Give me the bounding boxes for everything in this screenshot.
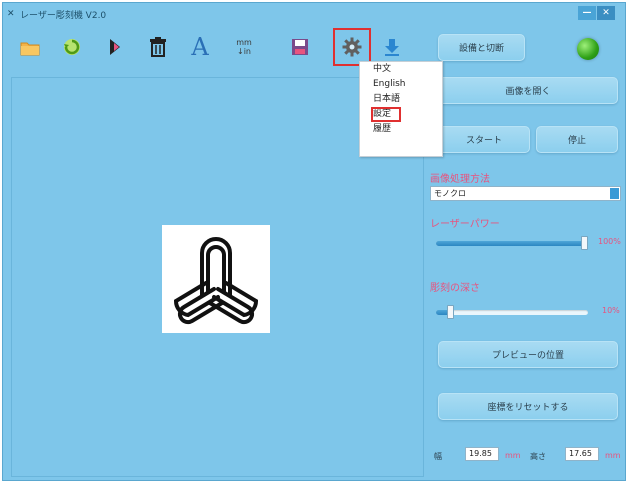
flip-icon[interactable] <box>99 32 129 62</box>
save-icon[interactable] <box>285 32 315 62</box>
unit-toggle-top: mm <box>236 38 252 47</box>
unit-toggle-icon[interactable]: mm ↓in <box>229 32 259 62</box>
depth-percent: 10% <box>602 306 620 315</box>
settings-dropdown-menu: 中文 English 日本語 設定 履歴 <box>359 61 443 157</box>
minimize-button[interactable]: — <box>578 6 596 20</box>
window-title: レーザー彫刻機 V2.0 <box>20 10 107 21</box>
width-unit: mm <box>505 451 521 460</box>
menu-item-english[interactable]: English <box>360 77 442 92</box>
stop-button[interactable]: 停止 <box>536 126 618 153</box>
menu-item-chinese[interactable]: 中文 <box>360 62 442 77</box>
close-button[interactable]: ✕ <box>597 6 615 20</box>
text-icon[interactable]: A <box>185 32 215 62</box>
preview-image[interactable] <box>162 225 270 333</box>
width-input[interactable]: 19.85 <box>465 447 499 461</box>
start-button[interactable]: スタート <box>438 126 530 153</box>
reset-coordinates-button[interactable]: 座標をリセットする <box>438 393 618 420</box>
process-method-label: 画像処理方法 <box>430 174 490 185</box>
download-icon[interactable] <box>377 32 407 62</box>
height-label: 高さ <box>530 452 546 461</box>
menu-item-settings[interactable]: 設定 <box>371 107 401 122</box>
laser-power-label: レーザーパワー <box>430 219 500 230</box>
rotate-icon[interactable] <box>57 32 87 62</box>
unit-toggle-bottom: ↓in <box>237 47 251 56</box>
connect-device-button[interactable]: 設備と切断 <box>438 34 525 61</box>
open-folder-icon[interactable] <box>15 32 45 62</box>
knot-logo-image <box>173 237 259 325</box>
process-method-select[interactable]: モノクロ <box>430 186 621 201</box>
depth-slider[interactable] <box>436 305 588 319</box>
height-unit: mm <box>605 451 621 460</box>
depth-thumb[interactable] <box>447 305 454 319</box>
laser-power-fill <box>436 241 588 246</box>
app-window: ✕ レーザー彫刻機 V2.0 — ✕ A mm ↓in 設備と切断 画像を開く … <box>2 2 626 481</box>
title-bar: ✕ レーザー彫刻機 V2.0 — ✕ <box>3 3 625 25</box>
laser-power-thumb[interactable] <box>581 236 588 250</box>
menu-item-japanese[interactable]: 日本語 <box>360 92 442 107</box>
menu-item-history[interactable]: 履歴 <box>360 122 442 137</box>
open-image-button[interactable]: 画像を開く <box>438 77 618 104</box>
height-input[interactable]: 17.65 <box>565 447 599 461</box>
depth-label: 彫刻の深さ <box>430 283 480 294</box>
settings-icon[interactable] <box>333 28 371 66</box>
app-logo-icon: ✕ <box>7 9 15 19</box>
preview-position-button[interactable]: プレビューの位置 <box>438 341 618 368</box>
process-method-value: モノクロ <box>434 189 466 198</box>
laser-power-slider[interactable] <box>436 236 588 250</box>
window-controls: — ✕ <box>578 6 615 20</box>
connection-status-indicator <box>577 38 599 60</box>
delete-icon[interactable] <box>143 32 173 62</box>
width-label: 幅 <box>434 452 442 461</box>
laser-power-percent: 100% <box>598 237 621 246</box>
dropdown-arrow-icon[interactable] <box>610 188 619 199</box>
